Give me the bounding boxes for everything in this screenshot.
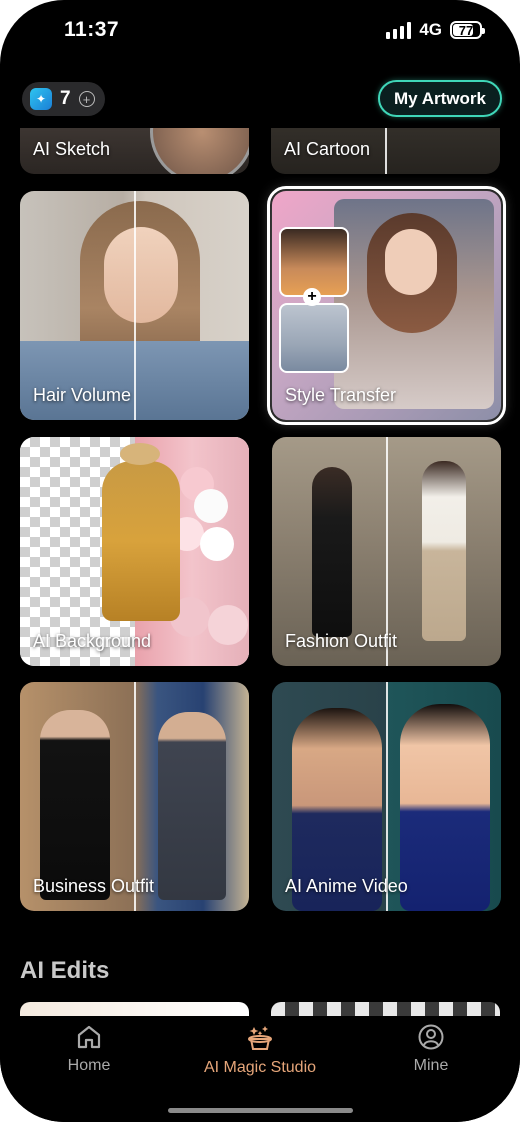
balloon-shape (200, 527, 234, 561)
credit-star-icon: ✦ (30, 88, 52, 110)
credits-pill[interactable]: ✦ 7 + (22, 82, 105, 116)
bottom-navigation: Home AI Magic Studio Mine (0, 1017, 520, 1122)
balloon-shape (194, 489, 228, 523)
tile-label: AI Cartoon (284, 139, 371, 159)
sketch-lens-icon (150, 128, 249, 174)
nav-item-ai-magic-studio[interactable]: AI Magic Studio (185, 1023, 335, 1077)
nav-item-mine[interactable]: Mine (356, 1023, 506, 1075)
nav-label: Mine (413, 1057, 449, 1074)
white-outfit-shape (422, 461, 466, 641)
magic-hat-icon (248, 1026, 272, 1050)
black-outfit-shape (312, 467, 352, 637)
signal-icon (386, 21, 412, 39)
credits-count: 7 (60, 88, 71, 109)
status-icons: 4G 77 (386, 20, 485, 40)
add-credits-icon[interactable]: + (78, 91, 95, 107)
tile-hair-volume[interactable]: Hair Volume (20, 191, 249, 420)
status-time: 11:37 (64, 18, 120, 41)
suit-shape (158, 712, 226, 900)
tile-ai-anime-video[interactable]: AI Anime Video (272, 682, 501, 911)
tile-ai-cartoon[interactable]: AI Cartoon (271, 128, 500, 174)
source-photo (279, 227, 349, 297)
tile-ai-background[interactable]: AI Background (20, 437, 249, 666)
tile-label: Hair Volume (33, 385, 132, 405)
network-type: 4G (419, 20, 442, 39)
user-icon (418, 1024, 444, 1050)
feature-grid: AI Sketch AI Cartoon Hair Volume + Style… (0, 128, 520, 1016)
tuxedo-shape (40, 710, 110, 900)
ai-edits-tile-partial[interactable] (271, 1002, 500, 1016)
plus-icon: + (303, 288, 321, 306)
balloon-shape (208, 605, 248, 645)
style-photo (279, 303, 349, 373)
home-icon (77, 1025, 101, 1049)
tile-label: AI Anime Video (285, 876, 408, 896)
battery-icon: 77 (450, 21, 485, 39)
tile-label: Style Transfer (285, 385, 397, 405)
tile-label: Fashion Outfit (285, 631, 398, 651)
tile-label: Business Outfit (33, 876, 155, 896)
result-face-shape (385, 229, 437, 295)
tile-fashion-outfit[interactable]: Fashion Outfit (272, 437, 501, 666)
tile-business-outfit[interactable]: Business Outfit (20, 682, 249, 911)
yellow-dress-shape (102, 461, 180, 621)
face-shape (104, 227, 178, 323)
section-title-ai-edits: AI Edits (20, 957, 110, 984)
tile-label: AI Background (33, 631, 152, 651)
tile-ai-sketch[interactable]: AI Sketch (20, 128, 249, 174)
straw-hat-shape (120, 443, 160, 465)
nav-label: Home (67, 1057, 111, 1074)
home-indicator[interactable] (168, 1108, 353, 1113)
nav-item-home[interactable]: Home (14, 1023, 164, 1075)
my-artwork-button[interactable]: My Artwork (378, 80, 502, 117)
anime-person-shape (400, 704, 490, 911)
ai-edits-tile-partial[interactable] (20, 1002, 249, 1016)
tile-label: AI Sketch (33, 139, 111, 159)
tile-style-transfer[interactable]: + Style Transfer (267, 186, 506, 425)
nav-label: AI Magic Studio (203, 1059, 317, 1076)
phone-screen: 11:37 4G 77 ✦ 7 + My Artwork AI Sketch A… (0, 0, 520, 1122)
battery-level: 77 (458, 22, 474, 38)
